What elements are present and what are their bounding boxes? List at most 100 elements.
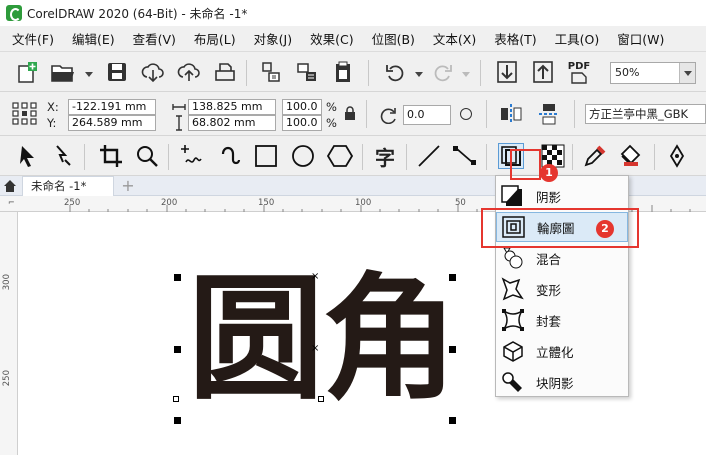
pen-nib-icon [669,144,685,168]
menu-effects[interactable]: 效果(C) [301,29,362,48]
mirror-horizontal-button[interactable] [498,101,524,127]
menu-bar: 文件(F) 编辑(E) 查看(V) 布局(L) 对象(J) 效果(C) 位图(B… [0,26,706,52]
selection-handle[interactable] [449,417,456,424]
export-file-button[interactable] [530,59,556,85]
selection-handle[interactable] [449,346,456,353]
lock-ratio-button[interactable] [340,102,360,124]
menu-file[interactable]: 文件(F) [0,29,63,48]
flyout-item-block-shadow[interactable]: 块阴影 [496,367,628,397]
blend-icon [500,246,526,270]
percent-label: % [326,116,337,130]
menu-window[interactable]: 窗口(W) [608,29,673,48]
drop-shadow-icon [500,184,526,208]
undo-button[interactable] [382,59,408,85]
mirror-vertical-button[interactable] [536,101,562,127]
menu-text[interactable]: 文本(X) [424,29,485,48]
connector-tool-button[interactable] [452,143,478,169]
zoom-level-select[interactable]: 50% [610,62,696,84]
ellipse-tool-button[interactable] [290,143,316,169]
reference-point-icon[interactable] [12,102,38,129]
node-handle[interactable] [318,396,324,402]
y-position-field[interactable]: 264.589 mm [68,115,156,131]
extrude-icon [500,339,526,363]
publish-pdf-button[interactable]: PDF [566,59,592,85]
flyout-item-extrude[interactable]: 立體化 [496,336,628,366]
print-icon [215,63,235,81]
node-handle[interactable] [173,396,179,402]
mirror-vertical-icon [539,104,559,125]
selection-handle[interactable] [174,346,181,353]
rectangle-tool-button[interactable] [253,143,279,169]
interactive-fill-tool-button[interactable] [618,143,644,169]
scale-width-field[interactable]: 100.0 [282,99,322,115]
crop-icon [100,145,122,167]
add-tab-button[interactable]: + [118,176,138,196]
text-tool-button[interactable]: 字 [372,143,398,170]
text-tool-glyph: 字 [375,145,395,170]
open-button[interactable] [50,59,76,85]
new-document-button[interactable] [14,59,40,85]
flyout-item-drop-shadow[interactable]: 阴影 [496,181,628,211]
cloud-download-button[interactable] [140,59,166,85]
toolbox: 字 [0,136,706,176]
menu-edit[interactable]: 编辑(E) [63,29,124,48]
connector-icon [453,146,476,165]
menu-object[interactable]: 对象(J) [245,29,301,48]
flyout-item-label: 块阴影 [536,375,574,391]
ellipse-icon [292,145,314,167]
flyout-item-distort[interactable]: 变形 [496,274,628,304]
object-width-field[interactable]: 138.825 mm [188,99,276,115]
print-button[interactable] [212,59,238,85]
toolbar-separator [246,60,247,86]
object-height-field[interactable]: 68.802 mm [188,115,276,131]
import-button[interactable] [258,59,284,85]
cloud-upload-button[interactable] [176,59,202,85]
rotation-angle-field[interactable]: 0.0 [403,105,451,125]
freehand-tool-button[interactable] [180,143,206,169]
toolbar-separator [406,144,407,170]
artistic-media-tool-button[interactable] [218,143,244,169]
menu-table[interactable]: 表格(T) [485,29,545,48]
vertical-ruler: 300 250 [0,212,18,455]
document-tab[interactable]: 未命名 -1* [22,176,114,196]
crop-tool-button[interactable] [98,143,124,169]
height-icon [174,115,184,134]
redo-button[interactable] [430,59,456,85]
redo-icon [434,65,452,82]
zoom-dropdown-button[interactable] [679,63,695,83]
toolbar-separator [84,144,85,170]
shape-tool-button[interactable] [50,143,76,169]
annotation-badge-1: 1 [540,164,558,182]
home-icon[interactable] [3,179,17,193]
flyout-item-envelope[interactable]: 封套 [496,305,628,335]
clipboard-button[interactable] [330,59,356,85]
eyedropper-tool-button[interactable] [582,143,608,169]
save-button[interactable] [104,59,130,85]
export-button[interactable] [294,59,320,85]
outline-pen-tool-button[interactable] [664,143,690,169]
undo-dropdown-caret-icon[interactable] [415,72,423,77]
rotation-center-mark[interactable]: × [311,344,319,354]
toolbar-separator [366,100,367,128]
open-dropdown-caret-icon[interactable] [85,72,93,77]
font-family-select[interactable]: 方正兰亭中黑_GBK [585,104,706,124]
dimension-tool-button[interactable] [416,143,442,169]
menu-bitmaps[interactable]: 位图(B) [363,29,424,48]
zoom-tool-button[interactable] [134,143,160,169]
menu-view[interactable]: 查看(V) [124,29,185,48]
redo-dropdown-caret-icon[interactable] [462,72,470,77]
block-shadow-icon [500,370,526,394]
polygon-tool-button[interactable] [327,143,353,169]
menu-layout[interactable]: 布局(L) [185,29,245,48]
import-file-button[interactable] [494,59,520,85]
selected-text-object[interactable]: 圆角 [188,265,458,415]
selection-handle[interactable] [174,417,181,424]
selection-handle[interactable] [449,274,456,281]
scale-height-field[interactable]: 100.0 [282,115,322,131]
x-position-field[interactable]: -122.191 mm [68,99,156,115]
selection-handle[interactable] [174,274,181,281]
coreldraw-logo-icon [6,5,22,21]
toolbar-separator [480,60,481,86]
pick-tool-button[interactable] [14,143,40,169]
menu-tools[interactable]: 工具(O) [546,29,609,48]
